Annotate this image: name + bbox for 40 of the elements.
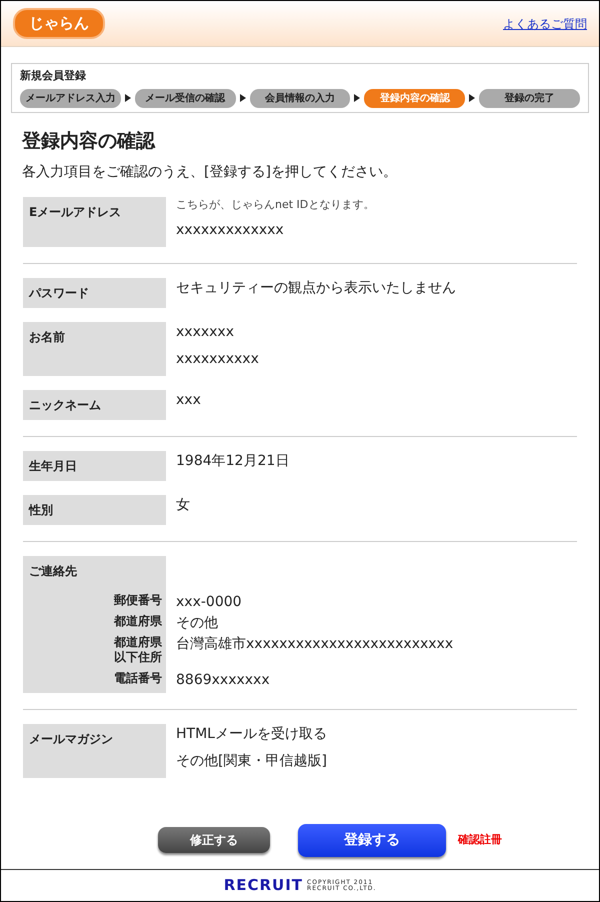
field-value: xxxxxxxxxxxxx: [176, 220, 285, 240]
field-label: お名前: [23, 322, 166, 376]
field-label: パスワード: [23, 278, 166, 308]
brand-logo: RECRUIT: [224, 875, 304, 896]
page-heading: 登録内容の確認: [22, 128, 156, 154]
field-label: 電話番号: [113, 670, 163, 686]
field-label: 都道府県以下住所: [112, 634, 163, 666]
field-label: メールマガジン: [23, 724, 166, 778]
step-item: メールアドレス入力: [20, 88, 121, 108]
field-label: Eメールアドレス: [23, 197, 166, 246]
field-value: セキュリティーの観点から表示いたしません: [176, 278, 456, 298]
field-label: 都道府県: [112, 612, 163, 630]
field-label: 性別: [23, 494, 166, 524]
field-value: xxx-0000: [175, 592, 243, 610]
steps-title: 新規会員登録: [20, 68, 87, 84]
field-value: xxxxxxx: [176, 322, 235, 342]
step-item: 登録内容の確認: [364, 88, 466, 108]
field-label: ニックネーム: [23, 390, 166, 420]
field-value: その他: [175, 614, 219, 632]
field-value: xxxxxxxxxx: [176, 350, 259, 368]
step-item: 会員情報の入力: [250, 88, 350, 108]
field-value: 8869xxxxxxx: [175, 670, 271, 688]
note-text: こちらが、じゃらんnet IDとなります。: [176, 197, 374, 213]
field-label: ご連絡先: [28, 562, 78, 580]
edit-button[interactable]: 修正する: [158, 827, 270, 853]
instruction-text: 各入力項目をご確認のうえ、[登録する]を押してください。: [22, 163, 398, 182]
field-value: その他[関東・甲信越版]: [176, 752, 327, 770]
help-link[interactable]: よくあるご質問: [503, 14, 587, 32]
step-item: 登録の完了: [479, 88, 580, 108]
field-value: 台灣高雄市xxxxxxxxxxxxxxxxxxxxxxxxx: [175, 634, 454, 654]
annotation-label: 確認註冊: [458, 832, 502, 848]
field-value: HTMLメールを受け取る: [176, 724, 327, 744]
field-value: 1984年12月21日: [176, 452, 290, 470]
field-value: xxx: [176, 390, 201, 410]
field-label: 生年月日: [23, 450, 166, 480]
field-label: 郵便番号: [112, 592, 163, 608]
field-value: 女: [176, 496, 190, 514]
logo: じゃらん: [13, 8, 105, 39]
step-item: メール受信の確認: [134, 88, 236, 108]
register-button[interactable]: 登録する: [298, 824, 446, 856]
